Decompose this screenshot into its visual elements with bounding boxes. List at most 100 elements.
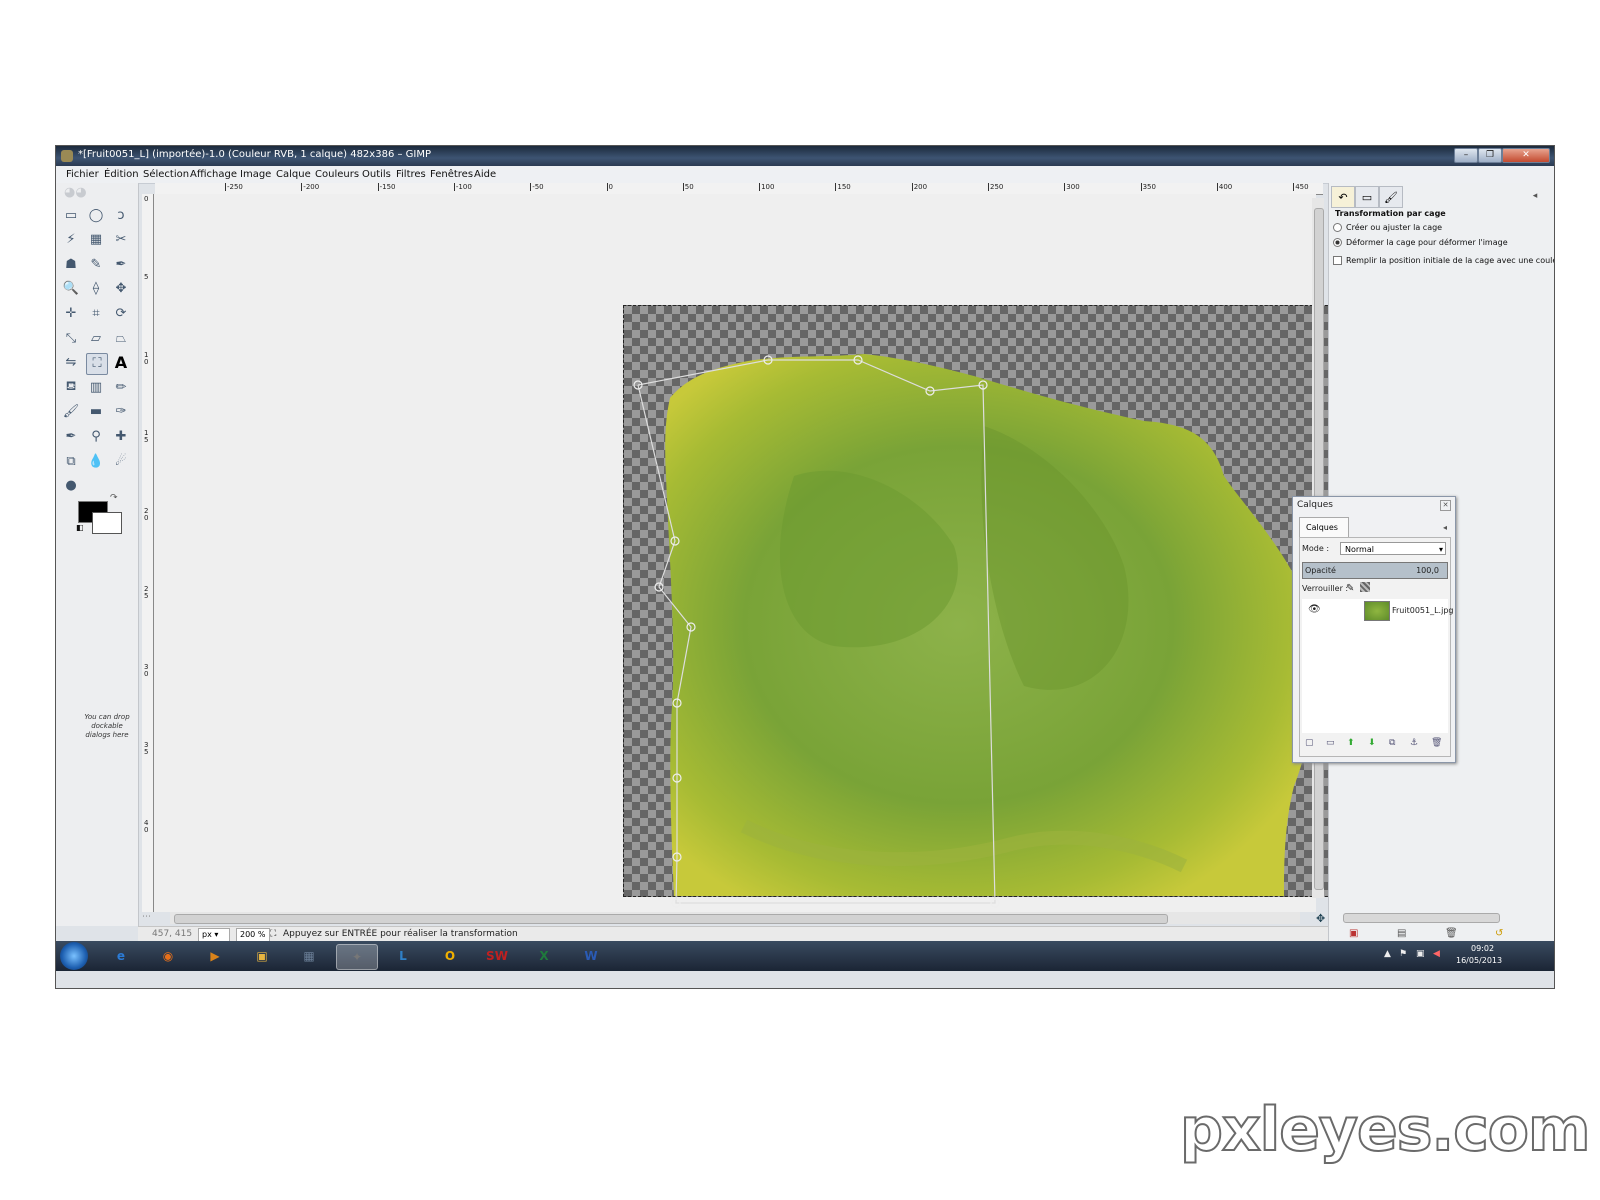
align-icon[interactable]: ✛	[61, 303, 81, 323]
quick-mask-icon[interactable]: ⋯	[142, 912, 151, 922]
menu-affichage[interactable]: Affichage	[190, 169, 237, 180]
default-colors-icon[interactable]: ◧	[76, 523, 84, 532]
lasso-icon[interactable]: ↄ	[111, 205, 131, 225]
color-picker-icon[interactable]: ✒	[111, 254, 131, 274]
heal-icon[interactable]: ✚	[111, 426, 131, 446]
gimp-icon[interactable]: ✦	[336, 944, 378, 970]
brushes-tab-icon[interactable]: 🖌	[1379, 186, 1403, 208]
menu-filtres[interactable]: Filtres	[396, 169, 426, 180]
anchor-layer-icon[interactable]: ⚓	[1410, 738, 1418, 748]
lock-alpha-icon[interactable]	[1360, 582, 1370, 592]
start-button[interactable]	[60, 942, 88, 970]
solidworks-icon[interactable]: SW	[477, 944, 517, 968]
firefox-icon[interactable]: ◉	[148, 944, 188, 968]
explorer-icon[interactable]: ▣	[242, 944, 282, 968]
unit-select[interactable]: px ▾	[198, 928, 230, 942]
lync-icon[interactable]: L	[383, 944, 423, 968]
delete-layer-icon[interactable]: 🗑	[1431, 738, 1442, 748]
close-icon[interactable]: ✕	[1440, 500, 1451, 511]
crop-icon[interactable]: ⌗	[86, 303, 106, 323]
clock-date[interactable]: 16/05/2013	[1456, 956, 1502, 965]
outlook-icon[interactable]: O	[430, 944, 470, 968]
lower-layer-icon[interactable]: ⬇	[1368, 738, 1376, 748]
clock-time[interactable]: 09:02	[1471, 944, 1494, 953]
rect-select-icon[interactable]: ▭	[61, 205, 81, 225]
fill-original-checkbox[interactable]: Remplir la position initiale de la cage …	[1333, 256, 1554, 265]
text-icon[interactable]: A	[111, 353, 131, 373]
dodge-burn-icon[interactable]: ●	[61, 476, 81, 496]
color-select-icon[interactable]: ▦	[86, 230, 106, 250]
horizontal-scroll-thumb[interactable]	[174, 914, 1168, 924]
zoom-select[interactable]: 200 %	[236, 928, 270, 942]
menu-image[interactable]: Image	[240, 169, 271, 180]
maximize-button[interactable]: ❐	[1478, 148, 1502, 163]
tab-calques[interactable]: Calques	[1299, 517, 1349, 537]
blur-icon[interactable]: 💧	[86, 451, 106, 471]
network-icon[interactable]: ▣	[1416, 949, 1425, 959]
zoom-icon[interactable]: 🔍	[61, 279, 81, 299]
restore-options-icon[interactable]: ▤	[1397, 928, 1406, 939]
ellipse-select-icon[interactable]: ◯	[86, 205, 106, 225]
dock-horizontal-scrollbar[interactable]	[1343, 913, 1500, 923]
menu-edition[interactable]: Édition	[104, 169, 139, 180]
menu-couleurs[interactable]: Couleurs	[315, 169, 359, 180]
paintbrush-icon[interactable]: 🖌	[61, 402, 81, 422]
tool-options-tab-icon[interactable]: ↶	[1331, 186, 1355, 208]
smudge-icon[interactable]: ☄	[111, 451, 131, 471]
calculator-icon[interactable]: ▦	[289, 944, 329, 968]
ink-icon[interactable]: ✒	[61, 426, 81, 446]
gradient-icon[interactable]: ▥	[86, 377, 106, 397]
measure-icon[interactable]: ⟠	[86, 279, 106, 299]
paths-icon[interactable]: ✎	[86, 254, 106, 274]
cage-icon[interactable]: ⛶	[86, 352, 108, 375]
volume-icon[interactable]: ◀	[1433, 949, 1440, 959]
word-icon[interactable]: W	[571, 944, 611, 968]
bucket-fill-icon[interactable]: ⛾	[61, 377, 81, 397]
shear-icon[interactable]: ▱	[86, 328, 106, 348]
new-group-icon[interactable]: ▭	[1326, 738, 1335, 748]
swap-colors-icon[interactable]: ↷	[110, 493, 118, 503]
tab-menu-icon[interactable]: ◂	[1443, 523, 1447, 532]
mode-select[interactable]: Normal ▾	[1340, 542, 1446, 555]
duplicate-layer-icon[interactable]: ⧉	[1389, 738, 1395, 748]
rotate-icon[interactable]: ⟳	[111, 303, 131, 323]
media-player-icon[interactable]: ▶	[195, 944, 235, 968]
image-canvas-area[interactable]	[154, 194, 1363, 912]
vertical-ruler[interactable]: 0 5 1 0 1 5 2 0 2 5 3 0 3 5 4 0	[142, 194, 154, 912]
eye-icon[interactable]: 👁	[1308, 604, 1321, 615]
menu-outils[interactable]: Outils	[362, 169, 391, 180]
excel-icon[interactable]: X	[524, 944, 564, 968]
flip-icon[interactable]: ⇋	[61, 353, 81, 373]
ie-icon[interactable]: e	[101, 944, 141, 968]
clone-icon[interactable]: ⚲	[86, 426, 106, 446]
new-layer-icon[interactable]: ▢	[1305, 738, 1314, 748]
menu-aide[interactable]: Aide	[474, 169, 496, 180]
foreground-select-icon[interactable]: ☗	[61, 254, 81, 274]
raise-layer-icon[interactable]: ⬆	[1347, 738, 1355, 748]
create-cage-radio[interactable]: Créer ou ajuster la cage	[1333, 223, 1442, 232]
pencil-icon[interactable]: ✏	[111, 377, 131, 397]
menu-fenetres[interactable]: Fenêtres	[430, 169, 473, 180]
reset-options-icon[interactable]: ↺	[1495, 928, 1503, 939]
perspective-clone-icon[interactable]: ⧉	[61, 451, 81, 471]
scissors-icon[interactable]: ✂	[111, 230, 131, 250]
airbrush-icon[interactable]: ✑	[111, 402, 131, 422]
background-color-swatch[interactable]	[92, 512, 122, 534]
close-button[interactable]: ✕	[1502, 148, 1550, 163]
menu-selection[interactable]: Sélection	[143, 169, 189, 180]
opacity-slider[interactable]: Opacité 100,0	[1302, 562, 1448, 579]
move-icon[interactable]: ✥	[111, 279, 131, 299]
delete-options-icon[interactable]: 🗑	[1445, 928, 1458, 939]
eraser-icon[interactable]: ▬	[86, 402, 106, 422]
flag-icon[interactable]: ⚑	[1399, 949, 1407, 959]
layer-row[interactable]: 👁 Fruit0051_L.jpg	[1302, 599, 1453, 621]
cage-outline[interactable]	[623, 305, 1023, 925]
deform-cage-radio[interactable]: Déformer la cage pour déformer l'image	[1333, 238, 1508, 247]
lock-pixels-icon[interactable]: ✎	[1346, 583, 1354, 594]
scale-icon[interactable]: ⤡	[61, 328, 81, 348]
menu-calque[interactable]: Calque	[276, 169, 311, 180]
device-status-tab-icon[interactable]: ▭	[1355, 186, 1379, 208]
perspective-icon[interactable]: ⏢	[111, 328, 131, 348]
menu-fichier[interactable]: Fichier	[66, 169, 99, 180]
minimize-button[interactable]: –	[1454, 148, 1478, 163]
